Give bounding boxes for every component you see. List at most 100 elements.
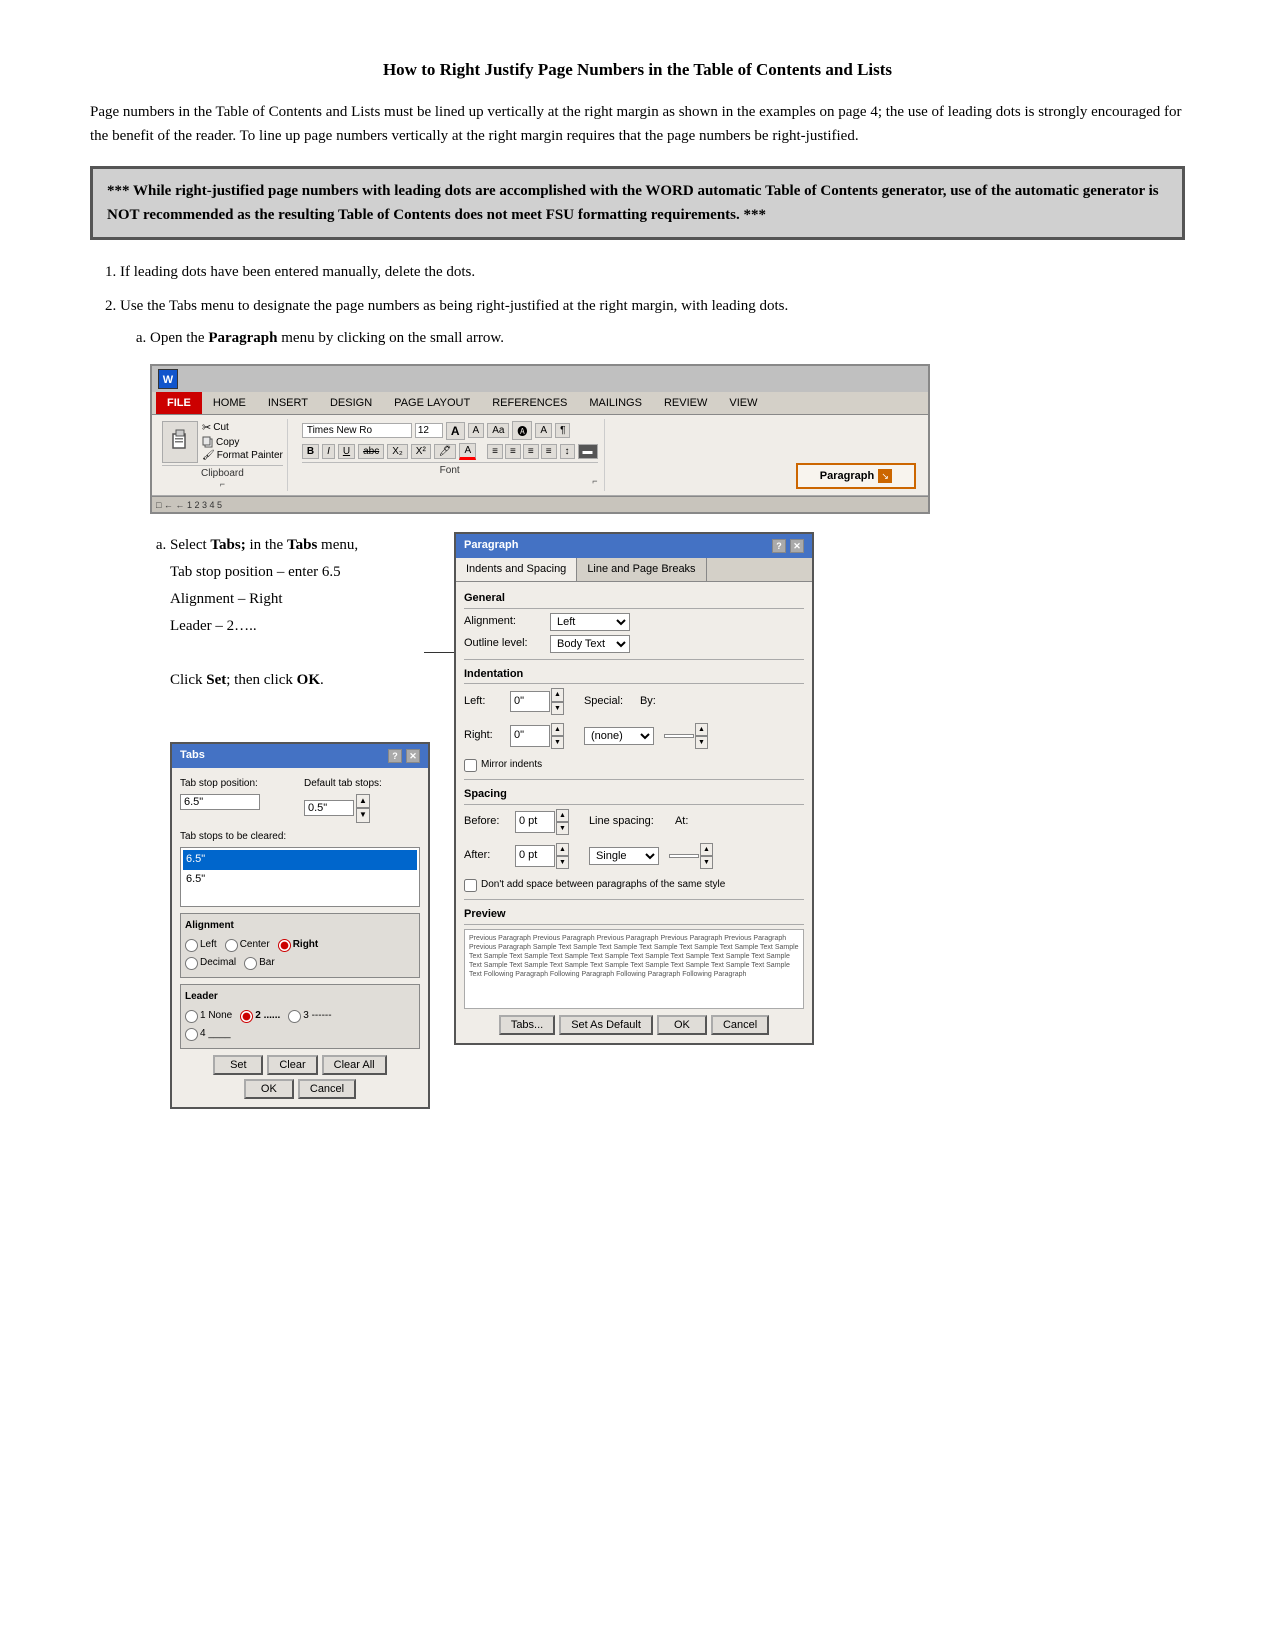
tab-file[interactable]: FILE [156, 392, 202, 414]
default-tab-up[interactable]: ▲ [356, 794, 370, 809]
alignment-select[interactable]: Left [550, 613, 630, 631]
left-indent-input[interactable]: 0" [510, 691, 550, 713]
right-up[interactable]: ▲ [551, 723, 564, 736]
paste-button[interactable] [162, 421, 198, 463]
default-tab-input[interactable] [304, 800, 354, 816]
highlight-button[interactable]: 🖊 [434, 444, 457, 459]
tab-insert[interactable]: INSERT [257, 392, 319, 414]
align-center-button[interactable]: ≡ [505, 444, 521, 459]
leader-4-radio[interactable]: 4 ____ [185, 1026, 231, 1042]
align-decimal-radio[interactable]: Decimal [185, 955, 236, 971]
para-tabs-button[interactable]: Tabs... [499, 1015, 555, 1035]
font-expand-icon[interactable]: ⌐ [302, 476, 598, 486]
line-spacing-select[interactable]: Single [589, 847, 659, 865]
by-up[interactable]: ▲ [695, 723, 708, 736]
clear-format-button[interactable]: 🅐 [512, 421, 532, 440]
steps-list: If leading dots have been entered manual… [120, 260, 1185, 350]
tab-references[interactable]: REFERENCES [481, 392, 578, 414]
mirror-indents-checkbox[interactable] [464, 759, 477, 772]
mirror-indents-row[interactable]: Mirror indents [464, 757, 804, 773]
set-as-default-button[interactable]: Set As Default [559, 1015, 653, 1035]
para-tab-line-page[interactable]: Line and Page Breaks [577, 558, 706, 582]
before-input[interactable]: 0 pt [515, 811, 555, 833]
font-color-button[interactable]: A [459, 443, 476, 460]
align-right-button[interactable]: ≡ [523, 444, 539, 459]
align-left-radio[interactable]: Left [185, 937, 217, 953]
dont-add-space-checkbox[interactable] [464, 879, 477, 892]
at-input[interactable] [669, 854, 699, 858]
subscript-button[interactable]: X₂ [387, 444, 408, 459]
dont-add-space-row[interactable]: Don't add space between paragraphs of th… [464, 877, 804, 893]
at-up[interactable]: ▲ [700, 843, 713, 856]
after-down[interactable]: ▼ [556, 856, 569, 869]
para-ok-button[interactable]: OK [657, 1015, 707, 1035]
font-grow-button[interactable]: A [446, 422, 465, 440]
cut-button[interactable]: ✂ Cut [202, 421, 283, 434]
paragraph-help-btn[interactable]: ? [772, 539, 786, 553]
set-button[interactable]: Set [213, 1055, 263, 1075]
tab-mailings[interactable]: MAILINGS [578, 392, 653, 414]
change-case-button[interactable]: Aa [487, 423, 509, 438]
by-down[interactable]: ▼ [695, 736, 708, 749]
shading-button[interactable]: ▬ [578, 444, 598, 459]
font-shrink-button[interactable]: A [468, 423, 485, 438]
align-center-radio[interactable]: Center [225, 937, 270, 953]
tabs-dialog-help[interactable]: ? [388, 749, 402, 763]
align-left-button[interactable]: ≡ [487, 444, 503, 459]
by-input[interactable] [664, 734, 694, 738]
clear-button[interactable]: Clear [267, 1055, 317, 1075]
paragraph-dialog-title-text: Paragraph [464, 537, 518, 555]
default-tab-down[interactable]: ▼ [356, 808, 370, 823]
right-indent-input[interactable]: 0" [510, 725, 550, 747]
tab-home[interactable]: HOME [202, 392, 257, 414]
tab-stop-item-1[interactable]: 6.5" [183, 850, 417, 870]
align-bar-radio[interactable]: Bar [244, 955, 275, 971]
special-select[interactable]: (none) [584, 727, 654, 745]
left-down[interactable]: ▼ [551, 702, 564, 715]
paragraph-close-btn[interactable]: ✕ [790, 539, 804, 553]
left-up[interactable]: ▲ [551, 688, 564, 701]
underline-button[interactable]: U [338, 444, 355, 459]
clipboard-expand-icon[interactable]: ⌐ [220, 479, 225, 489]
cancel-button[interactable]: Cancel [298, 1079, 356, 1099]
bold-button[interactable]: B [302, 444, 319, 459]
leader-1-radio[interactable]: 1 None [185, 1008, 232, 1024]
outline-level-select[interactable]: Body Text [550, 635, 630, 653]
tabs-dialog-buttons-row-1: Set Clear Clear All [180, 1055, 420, 1075]
text-effects-button[interactable]: A [535, 423, 552, 438]
superscript-button[interactable]: X² [411, 444, 431, 459]
before-up[interactable]: ▲ [556, 809, 569, 822]
ok-button[interactable]: OK [244, 1079, 294, 1099]
pilcrow-button[interactable]: ¶ [555, 423, 570, 438]
tabs-dialog-close[interactable]: ✕ [406, 749, 420, 763]
tab-design[interactable]: DESIGN [319, 392, 383, 414]
paragraph-dialog-body: General Alignment: Left Outline level: B… [456, 582, 812, 1043]
strikethrough-button[interactable]: abc [358, 444, 384, 459]
align-right-radio[interactable]: Right [278, 937, 319, 953]
para-cancel-button[interactable]: Cancel [711, 1015, 769, 1035]
copy-button[interactable]: Copy [202, 436, 283, 448]
font-size-select[interactable]: 12 [415, 423, 443, 438]
before-down[interactable]: ▼ [556, 822, 569, 835]
tab-stop-position-input[interactable] [180, 794, 260, 810]
after-up[interactable]: ▲ [556, 843, 569, 856]
tab-review[interactable]: REVIEW [653, 392, 718, 414]
leader-3-radio[interactable]: 3 ------ [288, 1008, 331, 1024]
font-name-select[interactable]: Times New Ro [302, 423, 412, 438]
format-painter-button[interactable]: 🖌 Format Painter [202, 450, 283, 461]
right-down[interactable]: ▼ [551, 736, 564, 749]
after-input[interactable]: 0 pt [515, 845, 555, 867]
ribbon-body: ✂ Cut Copy 🖌 Format Painter Clipboa [152, 415, 928, 496]
tab-view[interactable]: VIEW [718, 392, 768, 414]
italic-button[interactable]: I [322, 444, 335, 459]
tab-stop-item-2[interactable]: 6.5" [183, 870, 417, 890]
tab-stops-list[interactable]: 6.5" 6.5" [180, 847, 420, 907]
paragraph-dialog-arrow[interactable]: ↘ [878, 469, 892, 483]
tab-page-layout[interactable]: PAGE LAYOUT [383, 392, 481, 414]
justify-button[interactable]: ≡ [541, 444, 557, 459]
at-down[interactable]: ▼ [700, 856, 713, 869]
para-tab-indents[interactable]: Indents and Spacing [456, 558, 577, 582]
line-spacing-button[interactable]: ↕ [560, 444, 575, 459]
leader-2-radio[interactable]: 2 ...... [240, 1008, 280, 1024]
clear-all-button[interactable]: Clear All [322, 1055, 387, 1075]
